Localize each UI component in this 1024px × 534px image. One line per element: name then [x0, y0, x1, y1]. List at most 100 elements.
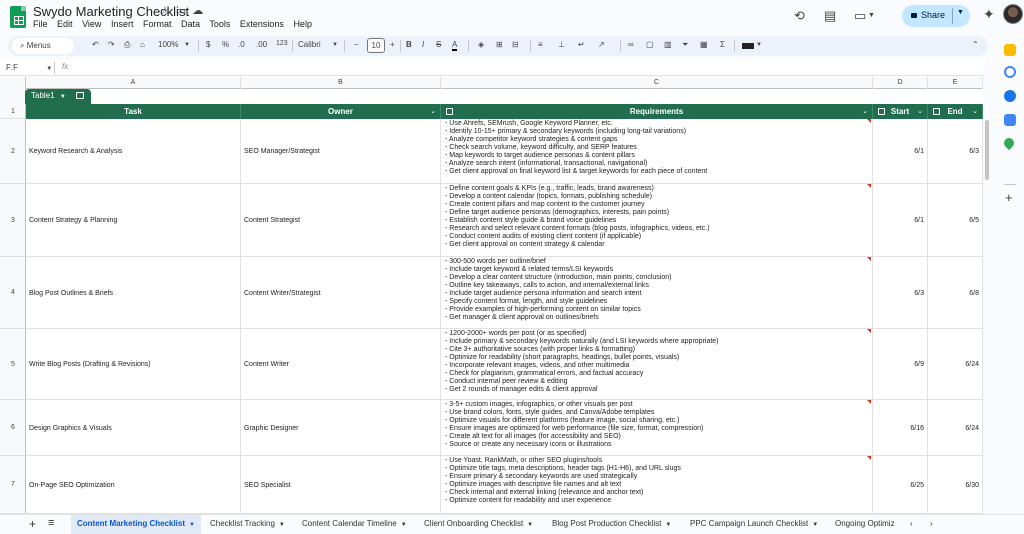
- font-size-decrease-icon[interactable]: −: [354, 40, 359, 49]
- sheets-logo-icon[interactable]: [10, 6, 26, 28]
- menu-help[interactable]: Help: [293, 19, 312, 29]
- owner-cell[interactable]: Content Writer/Strategist: [241, 257, 441, 329]
- comment-flag-icon[interactable]: [867, 119, 871, 123]
- strikethrough-icon[interactable]: S: [436, 40, 441, 49]
- search-menus[interactable]: ⌕ Menus: [12, 38, 74, 54]
- table-options-icon[interactable]: [76, 92, 84, 99]
- zoom-select[interactable]: 100%: [158, 40, 178, 49]
- insert-link-icon[interactable]: ∞: [628, 40, 634, 49]
- star-icon[interactable]: ☆: [160, 5, 176, 17]
- header-owner[interactable]: Owner ⌄: [241, 104, 441, 119]
- tab-client-onboarding-checklist[interactable]: Client Onboarding Checklist ▼: [424, 519, 533, 528]
- requirements-cell[interactable]: - 3-5+ custom images, infographics, or o…: [441, 400, 873, 456]
- start-date-cell[interactable]: 6/3: [873, 257, 928, 329]
- currency-button[interactable]: $: [206, 40, 210, 49]
- increase-decimal-button[interactable]: .00: [256, 40, 267, 49]
- end-date-cell[interactable]: 6/24: [928, 329, 983, 400]
- tab-ppc-campaign-launch-checklist[interactable]: PPC Campaign Launch Checklist ▼: [690, 519, 818, 528]
- meet-icon[interactable]: ▭: [854, 8, 866, 24]
- collapse-toolbar-icon[interactable]: ⌃: [972, 40, 979, 49]
- menu-file[interactable]: File: [33, 19, 48, 29]
- row-header[interactable]: 4: [0, 257, 26, 329]
- spreadsheet-grid[interactable]: A B C D E 1 2 3 4 5 6 7 Table1 ▼ Task Ow…: [0, 77, 983, 514]
- scroll-tabs-left-icon[interactable]: ‹: [910, 519, 913, 528]
- comment-flag-icon[interactable]: [867, 257, 871, 261]
- number-format-button[interactable]: 123: [276, 40, 288, 47]
- row-header[interactable]: 2: [0, 119, 26, 184]
- comments-icon[interactable]: ▤: [824, 8, 836, 24]
- column-header-d[interactable]: D: [873, 77, 928, 89]
- menu-view[interactable]: View: [82, 19, 101, 29]
- menu-data[interactable]: Data: [181, 19, 200, 29]
- tab-ongoing-optimization[interactable]: Ongoing Optimiz: [835, 519, 899, 528]
- start-date-cell[interactable]: 6/16: [873, 400, 928, 456]
- column-header-a[interactable]: A: [26, 77, 241, 89]
- decrease-decimal-button[interactable]: .0: [238, 40, 245, 49]
- task-cell[interactable]: Design Graphics & Visuals: [26, 400, 241, 456]
- fill-color-icon[interactable]: ◈: [478, 40, 484, 49]
- merge-cells-icon[interactable]: ⊟: [512, 40, 519, 49]
- meet-dropdown-icon[interactable]: ▼: [868, 12, 875, 19]
- print-icon[interactable]: ⎙: [124, 40, 130, 50]
- vertical-scrollbar[interactable]: [985, 120, 989, 180]
- start-date-cell[interactable]: 6/1: [873, 184, 928, 257]
- task-cell[interactable]: Write Blog Posts (Drafting & Revisions): [26, 329, 241, 400]
- owner-cell[interactable]: Graphic Designer: [241, 400, 441, 456]
- row-header[interactable]: 1: [0, 104, 26, 119]
- row-header[interactable]: 5: [0, 329, 26, 400]
- column-header-b[interactable]: B: [241, 77, 441, 89]
- tab-content-calendar-timeline[interactable]: Content Calendar Timeline ▼: [302, 519, 407, 528]
- font-size-input[interactable]: 10: [367, 38, 385, 53]
- end-date-cell[interactable]: 6/8: [928, 257, 983, 329]
- menu-format[interactable]: Format: [143, 19, 172, 29]
- column-header-c[interactable]: C: [441, 77, 873, 89]
- owner-cell[interactable]: SEO Manager/Strategist: [241, 119, 441, 184]
- start-date-cell[interactable]: 6/25: [873, 456, 928, 514]
- tab-content-marketing-checklist[interactable]: Content Marketing Checklist ▼: [71, 515, 201, 534]
- share-dropdown-icon[interactable]: ▼: [957, 9, 964, 16]
- history-icon[interactable]: ⟲: [794, 8, 805, 24]
- comment-flag-icon[interactable]: [867, 184, 871, 188]
- end-date-cell[interactable]: 6/3: [928, 119, 983, 184]
- calendar-icon[interactable]: [1004, 44, 1016, 56]
- menu-extensions[interactable]: Extensions: [240, 19, 284, 29]
- select-all-corner[interactable]: [0, 77, 26, 89]
- move-folder-icon[interactable]: ▭: [176, 5, 192, 17]
- maps-icon[interactable]: [1001, 135, 1017, 151]
- row-header[interactable]: 7: [0, 456, 26, 514]
- paint-format-icon[interactable]: ⌂: [140, 40, 145, 49]
- text-wrap-icon[interactable]: ↵: [578, 40, 585, 49]
- task-cell[interactable]: Blog Post Outlines & Briefs: [26, 257, 241, 329]
- font-size-increase-icon[interactable]: +: [390, 40, 395, 49]
- text-color-icon[interactable]: A: [452, 40, 458, 51]
- insert-chart-icon[interactable]: ▥: [664, 40, 672, 49]
- header-task[interactable]: Task: [26, 104, 241, 119]
- header-end[interactable]: End ⌄: [928, 104, 983, 119]
- horizontal-align-icon[interactable]: ≡: [538, 40, 543, 49]
- contacts-icon[interactable]: [1004, 114, 1016, 126]
- menu-edit[interactable]: Edit: [57, 19, 73, 29]
- percent-button[interactable]: %: [222, 40, 229, 49]
- end-date-cell[interactable]: 6/5: [928, 184, 983, 257]
- vertical-align-icon[interactable]: ⊥: [558, 40, 565, 49]
- add-sheet-icon[interactable]: +: [29, 517, 36, 531]
- requirements-cell[interactable]: - 300-500 words per outline/brief - Inclu…: [441, 257, 873, 329]
- requirements-cell[interactable]: - Use Ahrefs, SEMrush, Google Keyword Pl…: [441, 119, 873, 184]
- owner-cell[interactable]: Content Writer: [241, 329, 441, 400]
- input-tools-dropdown-icon[interactable]: ▼: [756, 42, 762, 48]
- font-dropdown-icon[interactable]: ▼: [332, 42, 338, 48]
- row-header[interactable]: 3: [0, 184, 26, 257]
- tasks-icon[interactable]: [1004, 90, 1016, 102]
- end-date-cell[interactable]: 6/24: [928, 400, 983, 456]
- borders-icon[interactable]: ⊞: [496, 40, 503, 49]
- bold-icon[interactable]: B: [406, 40, 412, 49]
- header-start[interactable]: Start ⌄: [873, 104, 928, 119]
- all-sheets-icon[interactable]: ≡: [48, 517, 54, 529]
- table-chip-dropdown-icon[interactable]: ▼: [60, 94, 66, 100]
- insert-comment-icon[interactable]: ▢: [646, 40, 654, 49]
- table-name-chip[interactable]: Table1 ▼: [25, 89, 91, 104]
- requirements-cell[interactable]: - Define content goals & KPIs (e.g., tra…: [441, 184, 873, 257]
- gemini-icon[interactable]: ✦: [983, 6, 995, 23]
- start-date-cell[interactable]: 6/1: [873, 119, 928, 184]
- filter-views-icon[interactable]: ▦: [700, 40, 708, 49]
